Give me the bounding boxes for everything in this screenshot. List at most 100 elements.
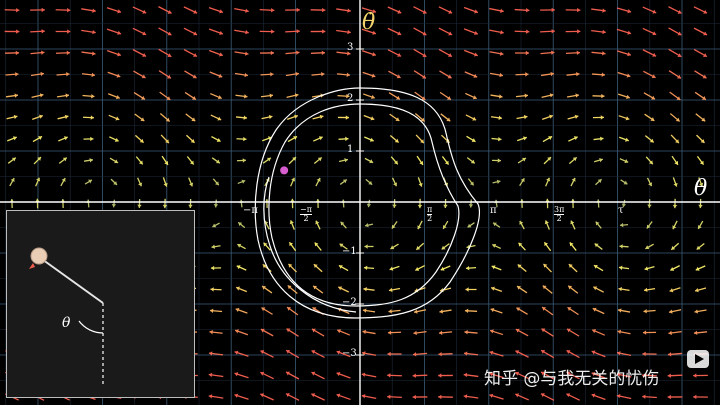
field-arrow [540, 393, 555, 401]
field-arrow [567, 285, 579, 294]
x-tick-pi-half: π 2 [427, 205, 433, 224]
field-arrow [338, 136, 349, 142]
field-arrow [361, 50, 377, 57]
field-arrow [569, 242, 577, 251]
pendulum-bob [30, 247, 48, 265]
field-arrow [361, 372, 377, 378]
field-arrow [6, 114, 18, 120]
field-arrow [81, 29, 96, 35]
field-arrow [568, 263, 578, 273]
field-arrow [364, 136, 374, 142]
field-arrow [696, 155, 705, 166]
field-arrow [235, 286, 248, 293]
field-arrow [339, 179, 348, 185]
field-arrow [642, 6, 657, 14]
field-arrow [645, 156, 654, 165]
field-arrow [234, 372, 249, 379]
field-arrow [591, 329, 606, 336]
field-arrow [289, 220, 295, 230]
field-arrow [492, 158, 501, 163]
field-arrow [416, 155, 424, 166]
field-arrow [489, 7, 504, 13]
field-arrow [234, 350, 249, 357]
pendulum-rod [38, 256, 104, 304]
field-arrow [83, 158, 94, 163]
field-arrow [188, 198, 193, 209]
field-arrow [438, 330, 453, 335]
field-arrow [490, 94, 503, 99]
field-arrow [336, 329, 351, 336]
field-arrow [235, 94, 248, 99]
field-arrow [236, 158, 247, 163]
field-arrow [35, 198, 40, 209]
field-arrow [466, 135, 476, 143]
field-arrow [669, 113, 681, 122]
field-arrow [260, 350, 274, 358]
field-arrow [158, 48, 172, 58]
field-arrow [543, 156, 552, 165]
field-arrow [260, 93, 274, 98]
field-arrow [514, 29, 530, 34]
field-arrow [7, 136, 17, 142]
field-arrow [310, 50, 326, 56]
field-arrow [596, 199, 601, 208]
field-arrow [465, 114, 477, 121]
field-arrow [208, 372, 224, 378]
field-arrow [643, 309, 656, 314]
field-arrow [465, 92, 477, 100]
pendulum-drawing [29, 247, 104, 387]
field-arrow [593, 136, 604, 141]
field-arrow [83, 136, 94, 142]
field-arrow [288, 156, 297, 165]
field-arrow [338, 264, 349, 272]
field-arrow [438, 6, 453, 14]
play-icon[interactable] [686, 347, 712, 373]
field-arrow [285, 393, 300, 401]
pendulum-inset: θ [6, 210, 195, 398]
field-arrow [259, 50, 275, 56]
field-arrow [208, 28, 224, 35]
field-arrow [412, 373, 428, 378]
field-arrow [55, 29, 71, 34]
trajectory-point [280, 166, 289, 175]
field-arrow [668, 27, 682, 36]
field-arrow [696, 134, 705, 144]
angle-arc [78, 320, 104, 334]
field-arrow [591, 8, 606, 13]
field-arrow [313, 136, 323, 142]
field-arrow [489, 329, 504, 336]
y-tick-label: −1 [342, 246, 357, 257]
field-arrow [285, 371, 300, 380]
field-arrow [57, 114, 69, 120]
field-arrow [56, 93, 70, 98]
field-arrow [58, 136, 68, 142]
field-arrow [593, 264, 604, 272]
field-arrow [695, 265, 706, 271]
field-arrow [540, 50, 555, 55]
field-arrow [616, 28, 632, 35]
field-arrow [310, 29, 326, 34]
field-arrow [616, 7, 632, 14]
field-arrow [210, 114, 222, 121]
field-arrow [32, 135, 43, 143]
field-arrow [30, 71, 45, 77]
field-arrow [489, 51, 504, 56]
field-arrow [618, 115, 630, 121]
field-arrow [338, 158, 349, 163]
field-arrow [540, 349, 555, 359]
x-axis-label: θ [694, 176, 708, 201]
field-arrow [415, 134, 425, 144]
field-arrow [315, 220, 321, 230]
x-tick-three-pi-half: 3π 2 [554, 205, 565, 224]
field-arrow [362, 308, 376, 313]
field-arrow [440, 265, 451, 271]
field-arrow [183, 27, 198, 36]
field-arrow [669, 287, 681, 293]
field-arrow [260, 371, 274, 380]
field-arrow [668, 48, 682, 58]
field-arrow [135, 156, 144, 165]
field-arrow [31, 93, 44, 98]
field-arrow [540, 29, 555, 34]
field-arrow [465, 265, 477, 271]
field-arrow [285, 29, 300, 34]
